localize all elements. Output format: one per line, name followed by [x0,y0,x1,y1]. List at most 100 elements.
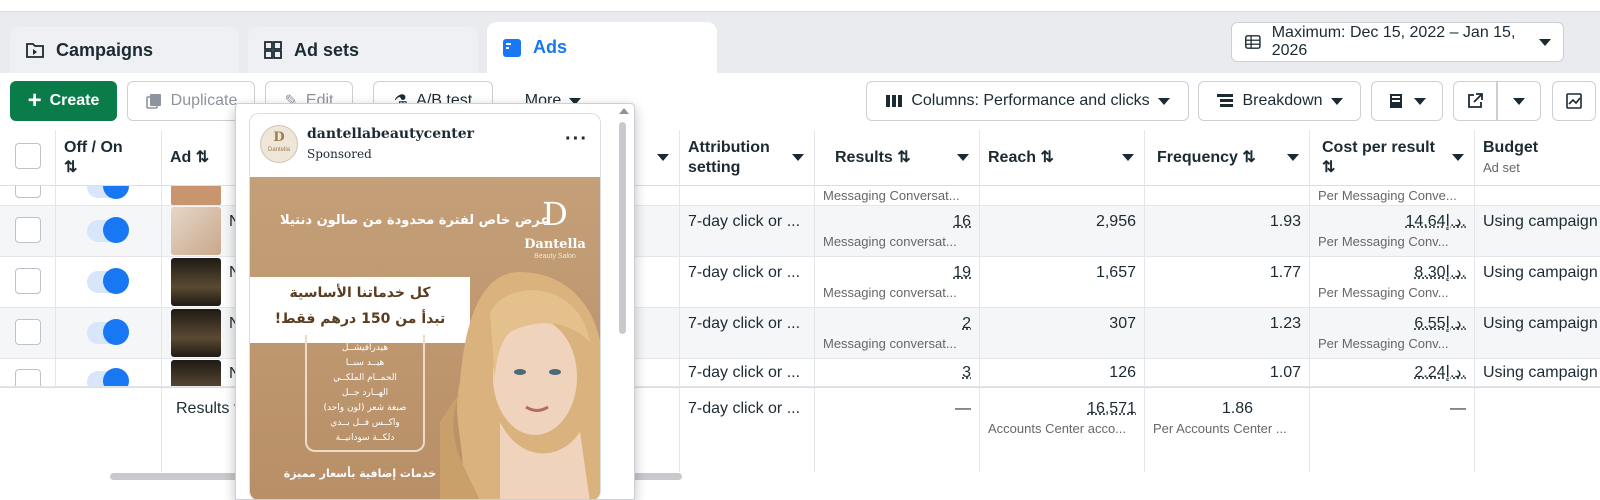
tab-ads[interactable]: Ads [487,22,717,73]
summary-reach-sub: Accounts Center acco... [988,421,1127,436]
header-budget-label: Budget [1483,139,1539,156]
chevron-down-icon [657,154,669,161]
chevron-down-icon [1513,97,1525,105]
row-checkbox[interactable] [15,319,41,345]
avatar-text: Dantella [267,147,290,153]
header-results-label: Results [835,149,893,166]
charts-button[interactable] [1552,81,1596,121]
create-label: Create [49,92,100,109]
cost-value[interactable]: 14.64د.إ. [1318,212,1466,232]
select-all-checkbox[interactable] [15,143,41,169]
chevron-down-icon [1157,97,1170,105]
more-options-icon[interactable]: ··· [565,128,588,151]
vertical-scrollbar[interactable] [619,122,626,334]
ad-thumbnail [171,186,221,205]
cost-value[interactable]: 8.30د.إ. [1318,263,1466,283]
model-portrait [440,272,600,499]
folder-icon [26,43,44,58]
header-frequency[interactable]: Frequency ⇅ [1145,130,1310,186]
results-value[interactable]: 19 [823,263,971,283]
page-name[interactable]: dantellabeautycenter [307,126,474,142]
cost-sub: Per Messaging Conv... [1318,234,1449,249]
sort-icon: ⇅ [1242,149,1256,166]
cost-sub: Per Messaging Conv... [1318,336,1449,351]
results-sub: Messaging conversat... [823,285,957,300]
scroll-up-icon[interactable] [619,108,629,114]
row-checkbox[interactable] [15,369,41,386]
header-budget-sub: Ad set [1483,160,1520,175]
date-range-picker[interactable]: Maximum: Dec 15, 2022 – Jan 15, 2026 [1231,22,1564,62]
frequency-value: 1.93 [1145,206,1310,256]
tab-label: Campaigns [56,39,154,60]
header-cost-per-result[interactable]: Cost per result ⇅ [1310,130,1475,186]
brand-sub: Beauty Salon [534,253,576,260]
reports-button[interactable] [1371,81,1443,121]
header-results[interactable]: Results ⇅ [815,130,980,186]
attribution-value: 7-day click or ... [680,359,815,386]
chart-icon [1566,93,1582,109]
service-item: واكــس فــل بــدي [330,418,400,428]
results-value[interactable]: 16 [823,212,971,232]
summary-reach[interactable]: 16,571 [988,399,1136,419]
cost-value[interactable]: 2.24د.إ. [1318,363,1466,383]
frequency-value: 1.07 [1145,359,1310,386]
header-ad-label: Ad [170,149,192,166]
chevron-down-icon [1539,38,1551,46]
chevron-down-icon [1287,154,1299,161]
attribution-value: 7-day click or ... [680,206,815,256]
sort-icon: ⇅ [1040,149,1054,166]
tab-campaigns[interactable]: Campaigns [10,27,239,73]
service-item: الهــارد جــل [341,388,389,398]
row-checkbox[interactable] [15,186,41,198]
ad-thumbnail [171,207,221,255]
results-value[interactable]: 2 [823,314,971,334]
row-toggle[interactable] [87,186,129,199]
header-reach[interactable]: Reach ⇅ [980,130,1145,186]
table-icon [1245,35,1261,49]
breakdown-button[interactable]: Breakdown [1198,81,1361,121]
header-frequency-label: Frequency [1157,149,1238,166]
header-cost-label: Cost per result [1322,139,1435,156]
row-toggle[interactable] [87,268,129,294]
header-off-on[interactable]: Off / On ⇅ [56,130,162,186]
headline-box: كل خدماتنا الأساسية تبدأ من 150 درهم فقط… [250,277,470,343]
cost-sub: Per Messaging Conv... [1318,285,1449,300]
header-budget[interactable]: Budget Ad set [1475,130,1600,186]
services-box: هيدرافيشــل هيــد سبــا الحمــام الملكــ… [305,335,425,452]
ad-creative-image: عرض خاص لفترة محدودة من صالون دنتيلا D D… [250,177,600,499]
cost-value[interactable]: 6.55د.إ. [1318,314,1466,334]
row-checkbox[interactable] [15,217,41,243]
sort-icon: ⇅ [897,149,911,166]
results-value[interactable]: 3 [823,363,971,383]
cost-sub: Per Messaging Conve... [1318,188,1457,203]
row-toggle[interactable] [87,319,129,345]
tab-label: Ad sets [294,39,360,60]
reports-icon [1390,94,1402,108]
service-item: هيدرافيشــل [341,343,389,353]
attribution-value: 7-day click or ... [680,308,815,358]
header-attribution-label: Attribution setting [688,139,770,176]
breakdown-label: Breakdown [1242,92,1323,109]
header-reach-label: Reach [988,149,1037,166]
row-toggle[interactable] [87,368,129,386]
tab-ad-sets[interactable]: Ad sets [248,27,478,73]
frequency-value: 1.23 [1145,308,1310,358]
header-attribution[interactable]: Attribution setting [680,130,815,186]
export-button[interactable] [1453,81,1497,121]
reach-value: 126 [980,359,1145,386]
chevron-down-icon [1122,154,1134,161]
plus-icon: + [27,87,42,114]
brand-name: Dantella [524,237,586,252]
reach-value: 307 [980,308,1145,358]
service-item: دلكــة سودانيــة [335,433,395,443]
row-toggle[interactable] [87,217,129,243]
tab-label: Ads [533,37,568,57]
chevron-down-icon [1452,154,1464,161]
ad-thumbnail [171,309,221,357]
attribution-value: 7-day click or ... [680,257,815,307]
columns-button[interactable]: Columns: Performance and clicks [866,81,1189,121]
row-checkbox[interactable] [15,268,41,294]
summary-attribution: 7-day click or ... [680,388,815,472]
export-menu-button[interactable] [1497,81,1541,121]
create-button[interactable]: + Create [10,81,117,121]
